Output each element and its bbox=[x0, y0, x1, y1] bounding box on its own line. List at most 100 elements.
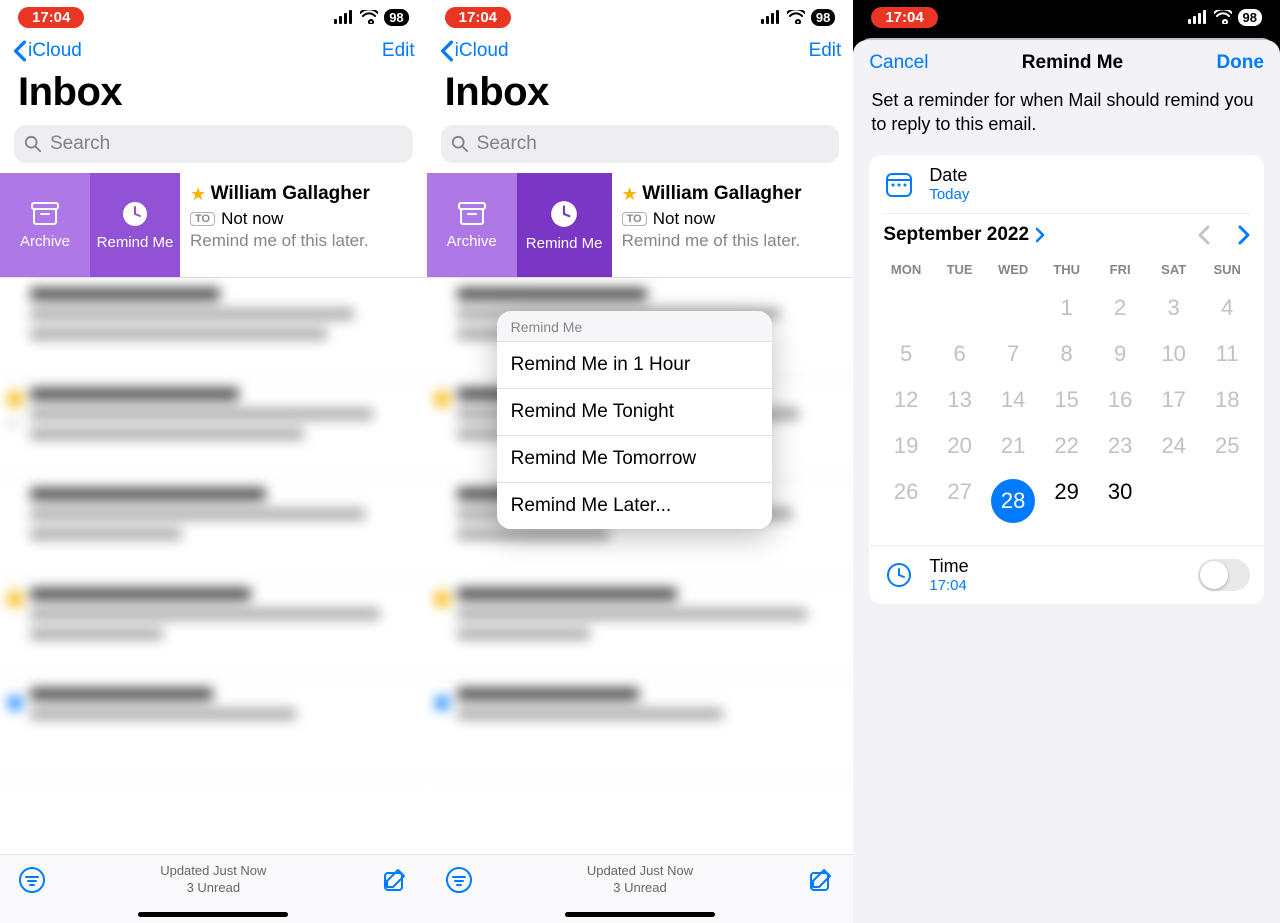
wifi-icon bbox=[360, 10, 378, 24]
sender-name: William Gallagher bbox=[642, 183, 801, 204]
compose-icon[interactable] bbox=[807, 866, 835, 894]
filter-icon[interactable] bbox=[445, 866, 473, 894]
calendar-day[interactable]: 19 bbox=[879, 423, 933, 469]
menu-item-tomorrow[interactable]: Remind Me Tomorrow bbox=[497, 435, 772, 482]
back-label: iCloud bbox=[455, 40, 509, 62]
message-content[interactable]: ★ William Gallagher TO Not now Remind me… bbox=[180, 173, 427, 277]
menu-item-1hour[interactable]: Remind Me in 1 Hour bbox=[497, 341, 772, 388]
screen-inbox-menu: 17:04 98 iCloud Edit Inbox Search Archiv… bbox=[427, 0, 854, 923]
calendar-day[interactable]: 16 bbox=[1093, 377, 1147, 423]
done-button[interactable]: Done bbox=[1216, 52, 1264, 74]
calendar-day[interactable]: 23 bbox=[1093, 423, 1147, 469]
calendar-day[interactable]: 29 bbox=[1040, 469, 1094, 533]
chevron-left-icon bbox=[439, 40, 455, 62]
calendar-day[interactable]: 21 bbox=[986, 423, 1040, 469]
calendar-icon bbox=[883, 168, 915, 200]
message-row-swiped[interactable]: Archive Remind Me ★ William Gallagher TO… bbox=[427, 173, 854, 278]
star-icon: ★ bbox=[190, 184, 206, 204]
calendar-day[interactable]: 5 bbox=[879, 331, 933, 377]
nav-bar: iCloud Edit bbox=[0, 34, 427, 66]
dow-label: SAT bbox=[1147, 256, 1201, 285]
calendar-day[interactable]: 13 bbox=[933, 377, 987, 423]
search-placeholder: Search bbox=[477, 133, 537, 155]
calendar-grid: MONTUEWEDTHUFRISATSUN1234567891011121314… bbox=[869, 256, 1264, 545]
search-field[interactable]: Search bbox=[14, 125, 413, 163]
calendar-day[interactable]: 24 bbox=[1147, 423, 1201, 469]
status-time: 17:04 bbox=[18, 7, 84, 28]
search-field[interactable]: Search bbox=[441, 125, 840, 163]
archive-label: Archive bbox=[20, 233, 70, 250]
next-month-icon[interactable] bbox=[1238, 225, 1250, 245]
screen-remind-sheet: 17:04 98 Cancel Remind Me Done Set a rem… bbox=[853, 0, 1280, 923]
to-badge: TO bbox=[622, 212, 647, 226]
time-label: Time bbox=[929, 556, 968, 577]
subject: Not now bbox=[653, 209, 715, 229]
calendar-day bbox=[879, 285, 933, 331]
remind-action[interactable]: Remind Me bbox=[90, 173, 180, 277]
calendar-day[interactable]: 6 bbox=[933, 331, 987, 377]
calendar-day[interactable]: 20 bbox=[933, 423, 987, 469]
calendar-day bbox=[986, 285, 1040, 331]
remind-label: Remind Me bbox=[97, 234, 174, 251]
remind-context-menu: Remind Me Remind Me in 1 Hour Remind Me … bbox=[497, 311, 772, 529]
status-time: 17:04 bbox=[871, 7, 937, 28]
home-indicator[interactable] bbox=[138, 912, 288, 917]
message-content[interactable]: ★ William Gallagher TO Not now Remind me… bbox=[612, 173, 854, 277]
calendar-day[interactable]: 27 bbox=[933, 469, 987, 533]
dow-label: SUN bbox=[1200, 256, 1254, 285]
calendar-day bbox=[1200, 469, 1254, 533]
calendar-day bbox=[933, 285, 987, 331]
menu-item-tonight[interactable]: Remind Me Tonight bbox=[497, 388, 772, 435]
back-button[interactable]: iCloud bbox=[439, 40, 509, 62]
calendar-day[interactable]: 7 bbox=[986, 331, 1040, 377]
calendar-day[interactable]: 18 bbox=[1200, 377, 1254, 423]
preview-text: Remind me of this later. bbox=[622, 231, 840, 251]
search-icon bbox=[451, 135, 469, 153]
calendar-day[interactable]: 1 bbox=[1040, 285, 1094, 331]
sheet-description: Set a reminder for when Mail should remi… bbox=[871, 88, 1262, 137]
other-messages-blurred: ↩ bbox=[0, 278, 427, 778]
time-value: 17:04 bbox=[929, 577, 968, 594]
calendar-day[interactable]: 22 bbox=[1040, 423, 1094, 469]
time-row[interactable]: Time 17:04 bbox=[869, 545, 1264, 604]
archive-action[interactable]: Archive bbox=[427, 173, 517, 277]
archive-label: Archive bbox=[447, 233, 497, 250]
time-toggle[interactable] bbox=[1198, 559, 1250, 591]
calendar-day[interactable]: 14 bbox=[986, 377, 1040, 423]
calendar-day[interactable]: 8 bbox=[1040, 331, 1094, 377]
calendar-day[interactable]: 15 bbox=[1040, 377, 1094, 423]
date-row[interactable]: Date Today bbox=[869, 155, 1264, 213]
calendar-day[interactable]: 30 bbox=[1093, 469, 1147, 533]
menu-item-later[interactable]: Remind Me Later... bbox=[497, 482, 772, 529]
home-indicator[interactable] bbox=[565, 912, 715, 917]
filter-icon[interactable] bbox=[18, 866, 46, 894]
calendar-day[interactable]: 25 bbox=[1200, 423, 1254, 469]
sender-name: William Gallagher bbox=[211, 183, 370, 204]
message-row-swiped[interactable]: Archive Remind Me ★ William Gallagher TO… bbox=[0, 173, 427, 278]
calendar-day[interactable]: 11 bbox=[1200, 331, 1254, 377]
edit-button[interactable]: Edit bbox=[809, 40, 842, 62]
back-label: iCloud bbox=[28, 40, 82, 62]
edit-button[interactable]: Edit bbox=[382, 40, 415, 62]
calendar-day[interactable]: 9 bbox=[1093, 331, 1147, 377]
month-picker[interactable]: September 2022 bbox=[883, 224, 1045, 246]
archive-action[interactable]: Archive bbox=[0, 173, 90, 277]
calendar-day[interactable]: 28 bbox=[986, 469, 1040, 533]
cancel-button[interactable]: Cancel bbox=[869, 52, 928, 74]
calendar-day[interactable]: 17 bbox=[1147, 377, 1201, 423]
remind-label: Remind Me bbox=[526, 235, 603, 252]
remind-action-active[interactable]: Remind Me bbox=[517, 173, 612, 277]
date-card: Date Today September 2022 MONTUEWEDTHUFR… bbox=[869, 155, 1264, 604]
status-right: 98 bbox=[334, 9, 408, 26]
compose-icon[interactable] bbox=[381, 866, 409, 894]
calendar-day[interactable]: 10 bbox=[1147, 331, 1201, 377]
calendar-day[interactable]: 26 bbox=[879, 469, 933, 533]
clock-icon bbox=[121, 200, 149, 228]
calendar-day[interactable]: 12 bbox=[879, 377, 933, 423]
calendar-day[interactable]: 3 bbox=[1147, 285, 1201, 331]
calendar-day[interactable]: 4 bbox=[1200, 285, 1254, 331]
calendar-day[interactable]: 2 bbox=[1093, 285, 1147, 331]
back-button[interactable]: iCloud bbox=[12, 40, 82, 62]
chevron-right-icon bbox=[1035, 227, 1045, 243]
prev-month-icon[interactable] bbox=[1198, 225, 1210, 245]
